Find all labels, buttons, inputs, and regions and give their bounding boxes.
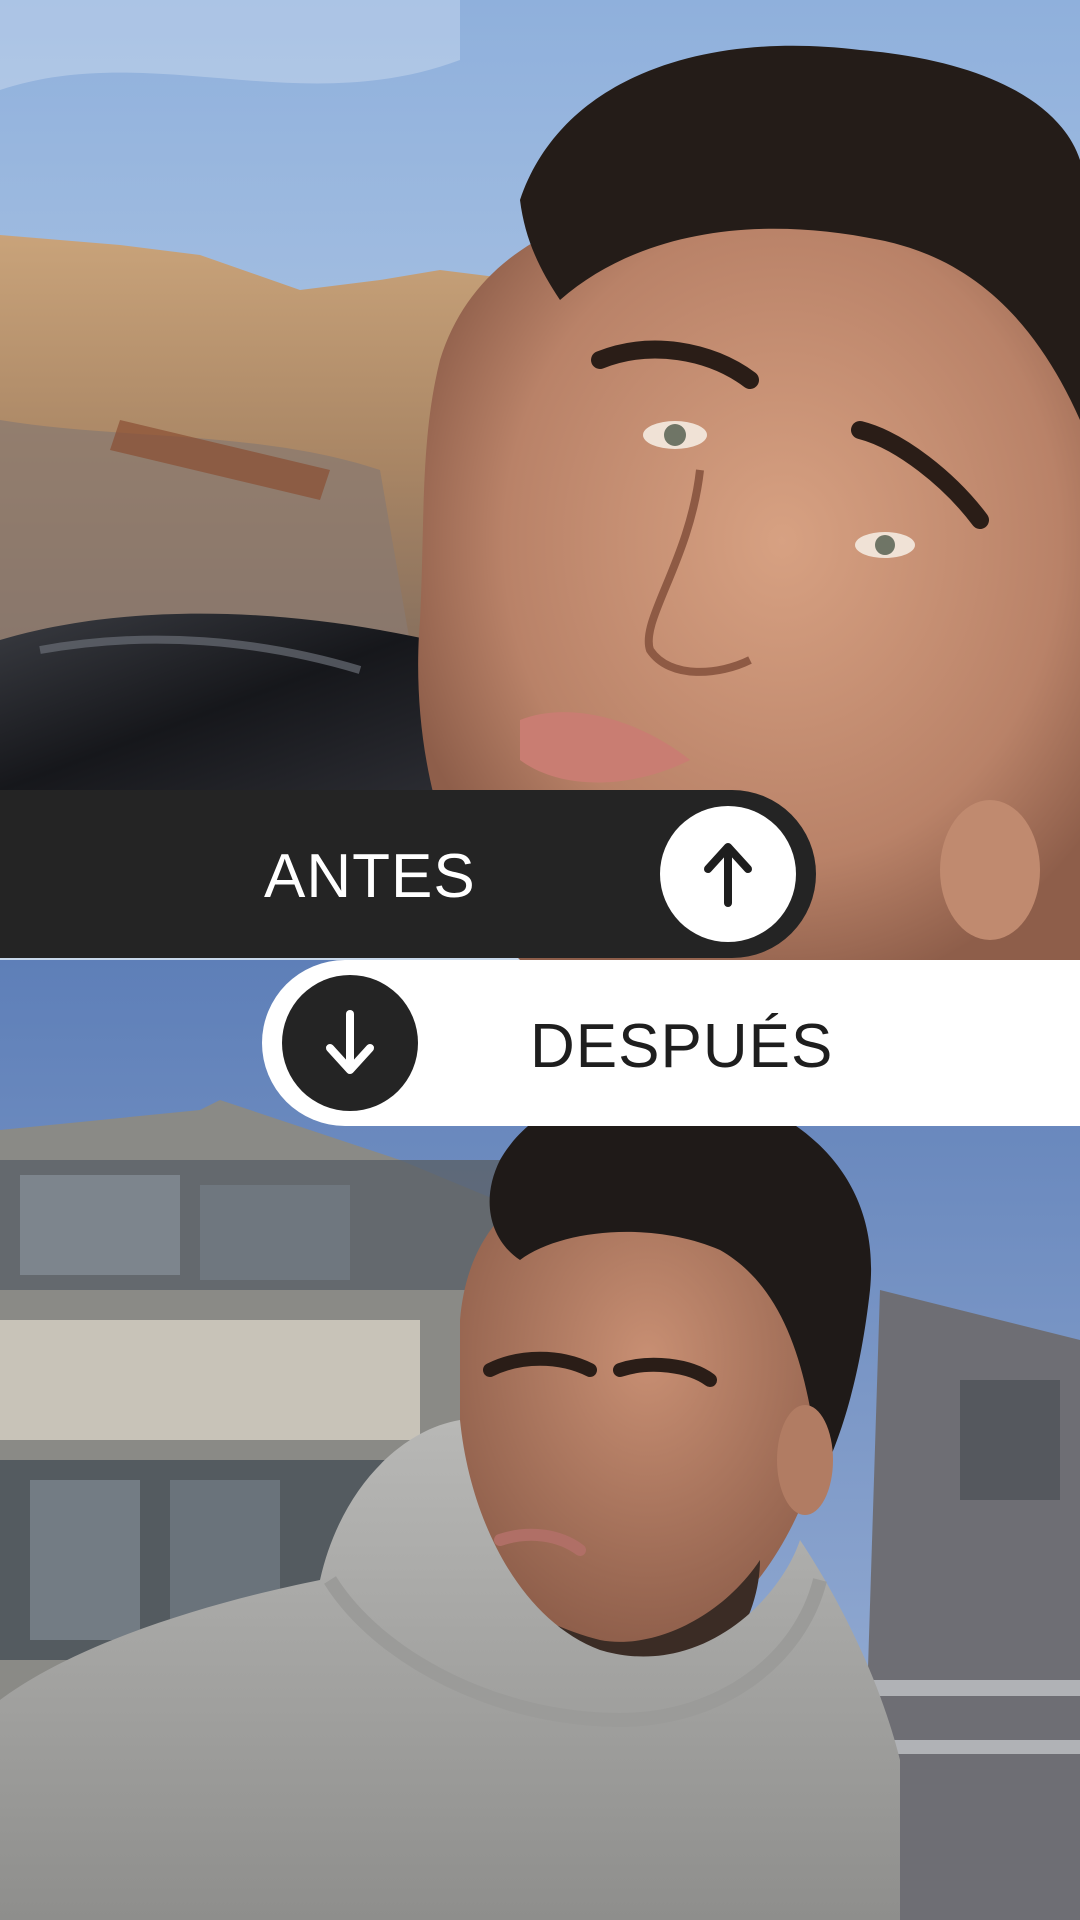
arrow-up-icon (704, 843, 752, 907)
after-label-bar: DESPUÉS (262, 960, 1080, 1126)
before-label-bar: ANTES (0, 790, 816, 958)
before-label: ANTES (264, 842, 476, 911)
scroll-up-button[interactable] (660, 806, 796, 942)
scroll-down-button[interactable] (282, 975, 418, 1111)
after-label: DESPUÉS (530, 1012, 834, 1081)
arrow-down-icon (326, 1010, 374, 1074)
before-after-page: ANTES DESPUÉS (0, 0, 1080, 1920)
